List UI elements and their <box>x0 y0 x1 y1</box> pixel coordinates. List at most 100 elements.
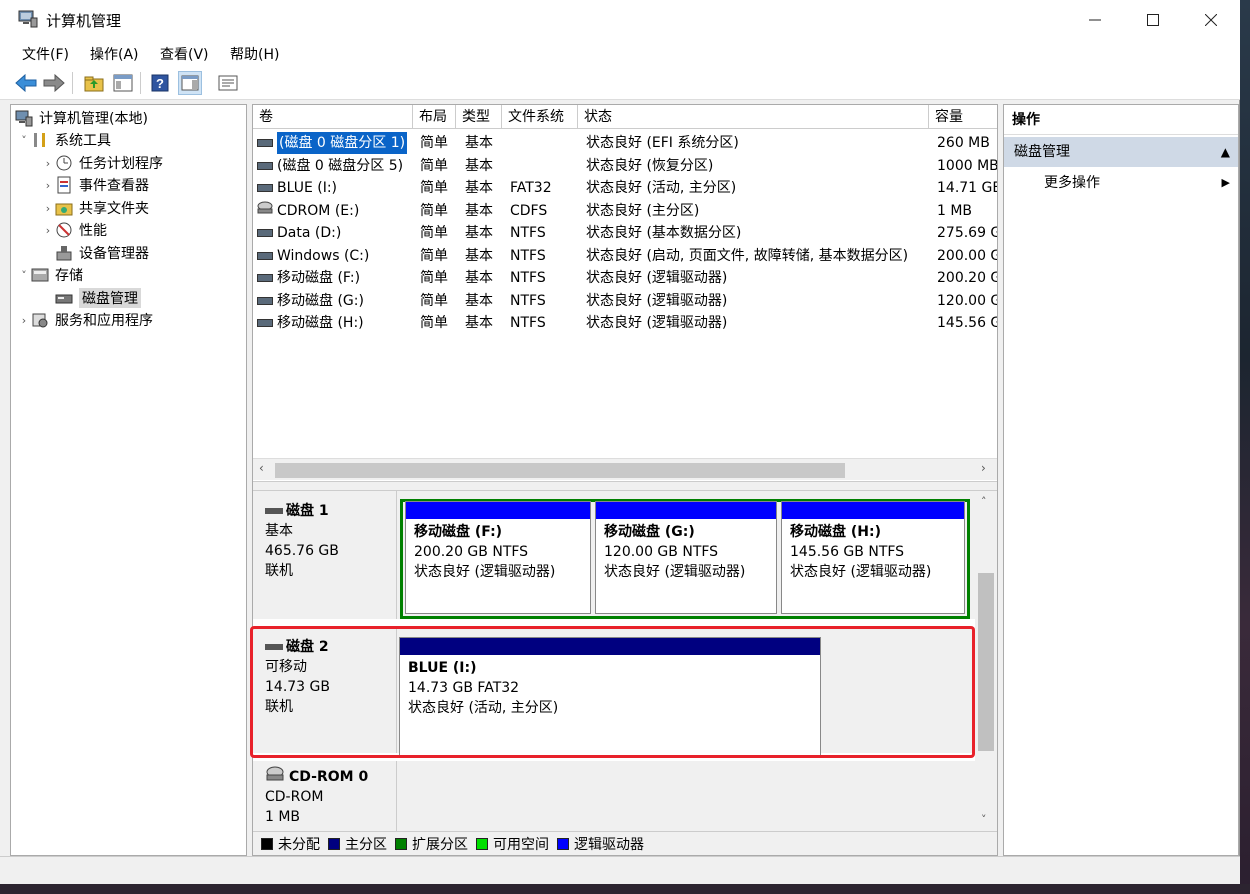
cdrom-icon <box>265 766 285 788</box>
vertical-scroll-thumb[interactable] <box>978 573 994 751</box>
legend-label: 扩展分区 <box>412 836 468 853</box>
volume-row[interactable]: BLUE (I:) 简单 基本 FAT32 状态良好 (活动, 主分区) 14.71 GB <box>253 177 997 200</box>
menu-help[interactable]: 帮助(H) <box>230 44 279 64</box>
volume-name: Data (D:) <box>277 225 342 241</box>
partition-f[interactable]: 移动磁盘 (F:) 200.20 GB NTFS 状态良好 (逻辑驱动器) <box>405 501 591 614</box>
up-folder-icon[interactable] <box>82 71 106 95</box>
show-hide-action-pane-icon[interactable] <box>178 71 202 95</box>
collapse-up-icon[interactable]: ▲ <box>1221 137 1230 167</box>
volume-filesystem: NTFS <box>510 292 546 309</box>
tree-item-3[interactable]: › 共享文件夹 <box>41 197 149 219</box>
volume-capacity: 14.71 GB <box>937 180 997 196</box>
tree-item-6[interactable]: ˅ 存储 <box>17 264 83 286</box>
action-section-disk-management[interactable]: 磁盘管理 ▲ <box>1004 137 1238 167</box>
volume-capacity: 275.69 GB <box>937 225 997 241</box>
toolbar: ? <box>0 66 1240 100</box>
tree-item-8[interactable]: › 服务和应用程序 <box>17 309 153 331</box>
disk-1-type: 基本 <box>265 523 293 539</box>
volume-filesystem: FAT32 <box>510 180 552 196</box>
tree-root[interactable]: 计算机管理(本地) <box>15 107 148 129</box>
submenu-arrow-icon: ▶ <box>1221 176 1230 189</box>
volume-name: BLUE (I:) <box>277 180 338 196</box>
volume-layout: 简单 <box>420 157 448 174</box>
scroll-left-icon[interactable]: ‹ <box>259 461 264 475</box>
disk-1-label[interactable]: 磁盘 1 基本 465.76 GB 联机 <box>253 491 397 619</box>
volume-row[interactable]: (磁盘 0 磁盘分区 1) 简单 基本 状态良好 (EFI 系统分区) 260 MB <box>253 132 997 155</box>
disk-management-icon <box>55 289 73 307</box>
cdrom-0-label[interactable]: CD-ROM 0 CD-ROM 1 MB <box>253 761 397 831</box>
minimize-button[interactable] <box>1066 0 1124 40</box>
cdrom-0-size: 1 MB <box>265 809 301 825</box>
scroll-down-icon[interactable]: ˅ <box>981 813 987 826</box>
event-viewer-icon <box>55 176 73 194</box>
close-button[interactable] <box>1182 0 1240 40</box>
volume-filesystem: NTFS <box>510 225 546 241</box>
volume-row[interactable]: 移动磁盘 (F:) 简单 基本 NTFS 状态良好 (逻辑驱动器) 200.20 GB <box>253 267 997 290</box>
volume-capacity: 200.20 GB <box>937 270 997 286</box>
tree-item-label: 系统工具 <box>55 133 111 149</box>
menu-file[interactable]: 文件(F) <box>22 44 69 64</box>
col-header-status[interactable]: 状态 <box>578 105 929 129</box>
tree-item-2[interactable]: › 事件查看器 <box>41 174 149 196</box>
help-icon[interactable]: ? <box>148 71 172 95</box>
volume-status: 状态良好 (逻辑驱动器) <box>586 292 728 309</box>
horizontal-scroll-thumb[interactable] <box>275 463 845 478</box>
properties-icon[interactable] <box>216 71 240 95</box>
expand-right-icon[interactable]: › <box>41 224 55 237</box>
services-icon <box>31 311 49 329</box>
volume-row[interactable]: (磁盘 0 磁盘分区 5) 简单 基本 状态良好 (恢复分区) 1000 MB <box>253 155 997 178</box>
volume-row[interactable]: Data (D:) 简单 基本 NTFS 状态良好 (基本数据分区) 275.69 GB <box>253 222 997 245</box>
expand-down-icon[interactable]: ˅ <box>17 134 31 147</box>
volume-icon <box>257 229 273 237</box>
col-header-layout[interactable]: 布局 <box>413 105 456 129</box>
maximize-button[interactable] <box>1124 0 1182 40</box>
tools-icon <box>31 131 49 149</box>
volume-filesystem <box>510 132 580 154</box>
menu-action[interactable]: 操作(A) <box>90 44 139 64</box>
pane-splitter[interactable] <box>253 481 997 491</box>
tree-item-5[interactable]: 设备管理器 <box>41 242 149 264</box>
tree-item-0[interactable]: ˅ 系统工具 <box>17 129 111 151</box>
col-header-volume[interactable]: 卷 <box>253 105 413 129</box>
back-arrow-icon[interactable] <box>14 71 38 95</box>
volume-list-header: 卷 布局 类型 文件系统 状态 容量 <box>253 105 997 129</box>
forward-arrow-icon[interactable] <box>42 71 66 95</box>
volume-status: 状态良好 (活动, 主分区) <box>586 180 737 196</box>
col-header-filesystem[interactable]: 文件系统 <box>502 105 578 129</box>
legend-item: 未分配 <box>261 834 320 854</box>
expand-down-icon[interactable]: ˅ <box>17 269 31 282</box>
console-tree: 计算机管理(本地) ˅ 系统工具 › 任务计划程序 › 事件查看器 › 共享文件夹 › 性能 设备管… <box>10 104 247 856</box>
volume-row[interactable]: Windows (C:) 简单 基本 NTFS 状态良好 (启动, 页面文件, 故障转储… <box>253 245 997 268</box>
scroll-up-icon[interactable]: ˄ <box>981 495 987 508</box>
partition-h[interactable]: 移动磁盘 (H:) 145.56 GB NTFS 状态良好 (逻辑驱动器) <box>781 501 965 614</box>
volume-row[interactable]: 移动磁盘 (H:) 简单 基本 NTFS 状态良好 (逻辑驱动器) 145.56 GB <box>253 312 997 335</box>
expand-right-icon[interactable]: › <box>41 179 55 192</box>
partition-h-name: 移动磁盘 (H:) <box>790 524 881 540</box>
scroll-right-icon[interactable]: › <box>981 461 986 475</box>
legend-label: 主分区 <box>345 836 387 853</box>
show-hide-console-tree-icon[interactable] <box>111 71 135 95</box>
partition-g[interactable]: 移动磁盘 (G:) 120.00 GB NTFS 状态良好 (逻辑驱动器) <box>595 501 777 614</box>
storage-icon <box>31 266 49 284</box>
volume-layout: 简单 <box>420 135 448 151</box>
desktop-background-right <box>1240 0 1250 894</box>
volume-row[interactable]: CDROM (E:) 简单 基本 CDFS 状态良好 (主分区) 1 MB <box>253 200 997 223</box>
tree-item-4[interactable]: › 性能 <box>41 219 107 241</box>
expand-right-icon[interactable]: › <box>17 314 31 327</box>
more-actions-item[interactable]: 更多操作 ▶ <box>1004 169 1238 197</box>
tree-item-7[interactable]: 磁盘管理 <box>41 287 141 309</box>
col-header-type[interactable]: 类型 <box>456 105 502 129</box>
volume-row[interactable]: 移动磁盘 (G:) 简单基本 NTFS 状态良好 (逻辑驱动器) 120.00 GB <box>253 290 997 313</box>
tree-item-label: 共享文件夹 <box>79 201 149 217</box>
svg-text:?: ? <box>156 76 164 91</box>
disk-view-scrollbar[interactable]: ˄ ˅ <box>975 491 997 831</box>
volume-layout: 简单 <box>420 180 448 196</box>
expand-right-icon[interactable]: › <box>41 157 55 170</box>
computer-management-icon <box>15 109 33 127</box>
horizontal-scrollbar[interactable]: ‹ › <box>253 458 997 480</box>
expand-right-icon[interactable]: › <box>41 202 55 215</box>
volume-type: 基本 <box>465 202 493 219</box>
col-header-capacity[interactable]: 容量 <box>929 105 997 129</box>
menu-view[interactable]: 查看(V) <box>160 44 209 64</box>
tree-item-1[interactable]: › 任务计划程序 <box>41 152 163 174</box>
